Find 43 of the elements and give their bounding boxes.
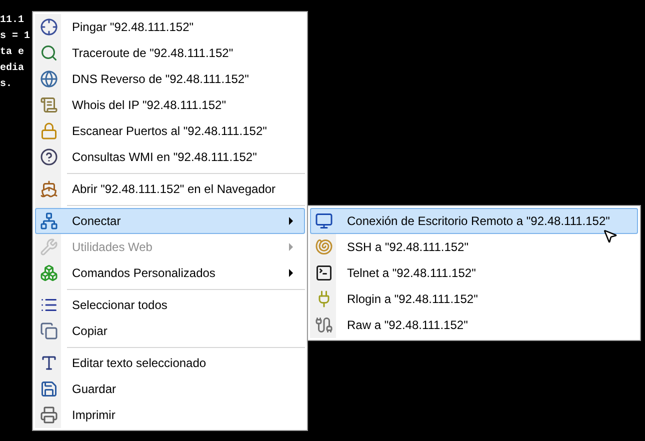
terminal-line: edia bbox=[0, 62, 24, 76]
terminal-icon bbox=[315, 264, 333, 282]
cable-icon bbox=[315, 316, 333, 334]
globe-icon bbox=[40, 70, 58, 88]
magnifier-icon bbox=[40, 44, 58, 62]
menu-item[interactable]: Seleccionar todos bbox=[35, 292, 305, 318]
lock-icon bbox=[40, 122, 58, 140]
scroll-icon bbox=[40, 96, 58, 114]
terminal-line: ta e bbox=[0, 46, 24, 60]
menu-item[interactable]: Conexión de Escritorio Remoto a "92.48.111.152" bbox=[310, 208, 638, 234]
blocks-icon bbox=[40, 264, 58, 282]
mouse-cursor-icon bbox=[602, 228, 618, 244]
menu-item[interactable]: Guardar bbox=[35, 376, 305, 402]
question-icon bbox=[40, 148, 58, 166]
letter-icon bbox=[40, 354, 58, 372]
menu-item[interactable]: Rlogin a "92.48.111.152" bbox=[310, 286, 638, 312]
menu-item[interactable]: Comandos Personalizados bbox=[35, 260, 305, 286]
menu-item[interactable]: Conectar bbox=[35, 208, 305, 234]
menu-item[interactable]: Editar texto seleccionado bbox=[35, 350, 305, 376]
menu-item[interactable]: Abrir "92.48.111.152" en el Navegador bbox=[35, 176, 305, 202]
network-icon bbox=[40, 212, 58, 230]
terminal-line: s. bbox=[0, 78, 12, 92]
wrench-icon bbox=[40, 238, 58, 256]
terminal-line: s = 1 bbox=[0, 30, 30, 44]
menu-item[interactable]: Escanear Puertos al "92.48.111.152" bbox=[35, 118, 305, 144]
menu-item[interactable]: DNS Reverso de "92.48.111.152" bbox=[35, 66, 305, 92]
shell-icon bbox=[315, 238, 333, 256]
terminal-line: 11.1 bbox=[0, 14, 24, 28]
menu-item[interactable]: Consultas WMI en "92.48.111.152" bbox=[35, 144, 305, 170]
monitor-icon bbox=[315, 212, 333, 230]
crosshair-icon bbox=[40, 18, 58, 36]
printer-icon bbox=[40, 406, 58, 424]
menu-item[interactable]: Raw a "92.48.111.152" bbox=[310, 312, 638, 338]
list-icon bbox=[40, 296, 58, 314]
menu-item[interactable]: Telnet a "92.48.111.152" bbox=[310, 260, 638, 286]
menu-item[interactable]: Imprimir bbox=[35, 402, 305, 428]
menu-item[interactable]: Copiar bbox=[35, 318, 305, 344]
menu-item[interactable]: SSH a "92.48.111.152" bbox=[310, 234, 638, 260]
menu-item[interactable]: Whois del IP "92.48.111.152" bbox=[35, 92, 305, 118]
copy-icon bbox=[40, 322, 58, 340]
menu-item[interactable]: Traceroute de "92.48.111.152" bbox=[35, 40, 305, 66]
menu-item[interactable]: Pingar "92.48.111.152" bbox=[35, 14, 305, 40]
ship-icon bbox=[40, 180, 58, 198]
